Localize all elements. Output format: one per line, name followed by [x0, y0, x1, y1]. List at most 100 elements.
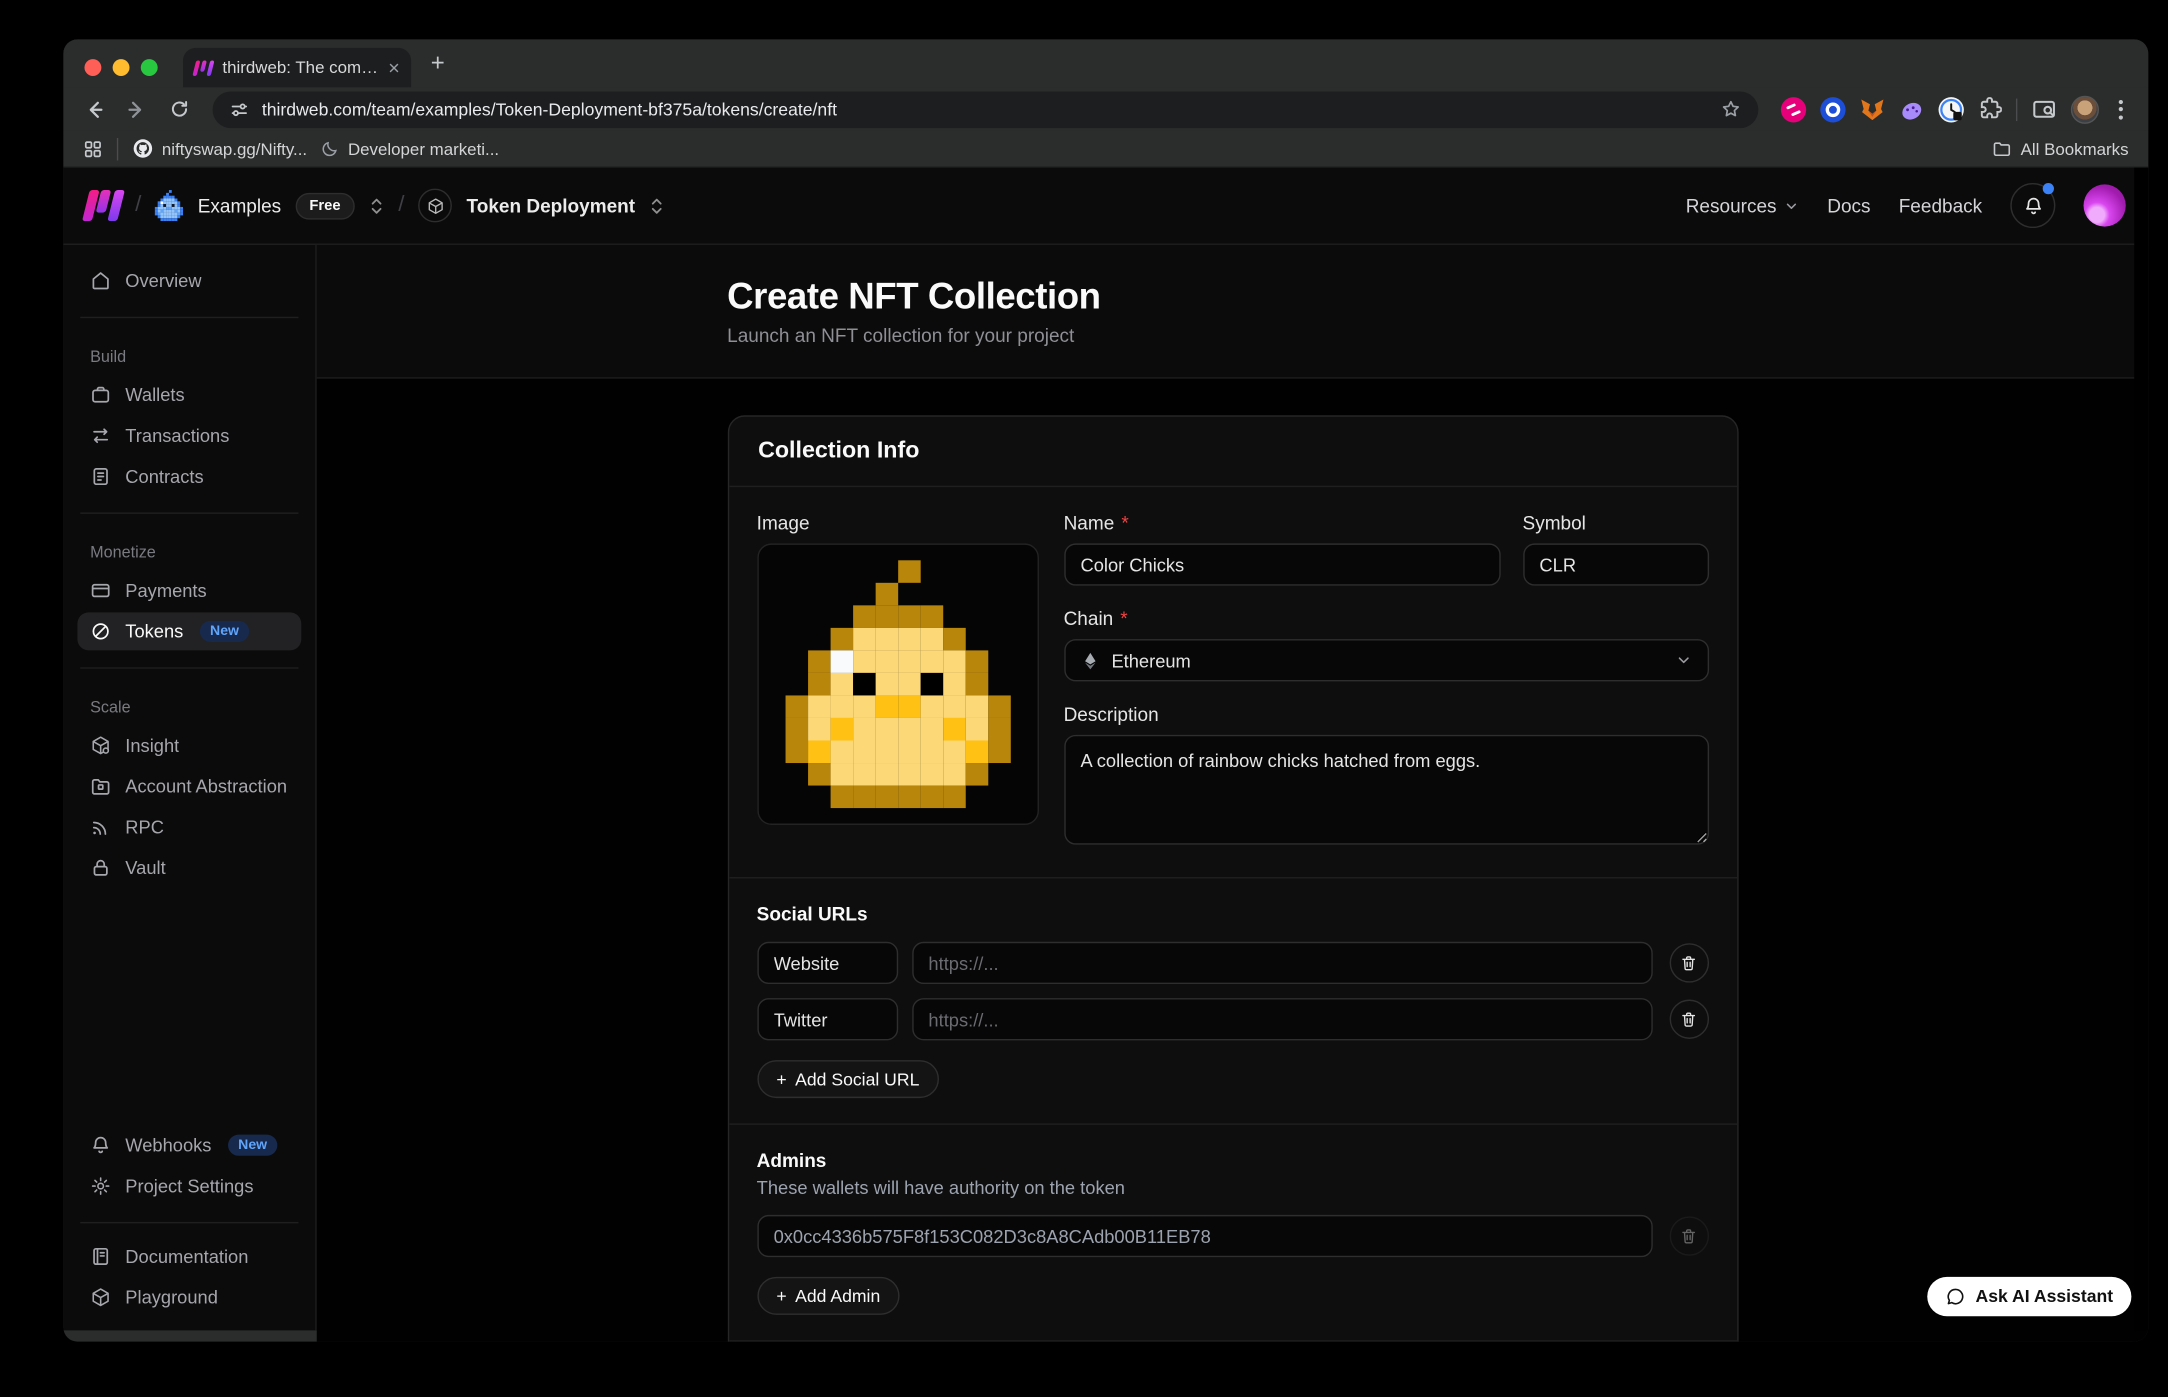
sidebar-item-wallets[interactable]: Wallets — [77, 376, 301, 414]
window-zoom-button[interactable] — [141, 59, 158, 76]
webhooks-bell-icon — [90, 1135, 111, 1156]
social-url-input[interactable] — [912, 998, 1652, 1040]
chain-value: Ethereum — [1111, 650, 1190, 671]
window-minimize-button[interactable] — [113, 59, 130, 76]
thirdweb-logo[interactable] — [86, 190, 121, 221]
delete-social-url-button[interactable] — [1669, 943, 1708, 982]
back-button[interactable] — [77, 98, 111, 121]
bookmark-item[interactable]: Developer marketi... — [321, 139, 499, 159]
add-admin-button[interactable]: + Add Admin — [757, 1277, 900, 1315]
site-info-icon[interactable] — [229, 99, 249, 119]
new-tab-button[interactable]: + — [431, 49, 445, 77]
bookmark-label: niftyswap.gg/Nifty... — [162, 139, 307, 159]
url-text[interactable]: thirdweb.com/team/examples/Token-Deploym… — [262, 99, 1708, 119]
sidebar-item-transactions[interactable]: Transactions — [77, 417, 301, 455]
project-switcher-icon[interactable] — [649, 195, 664, 216]
social-url-row — [757, 998, 1709, 1040]
tab-close-icon[interactable]: × — [388, 58, 400, 78]
chat-bubble-icon — [1946, 1287, 1966, 1307]
sidebar-item-rpc[interactable]: RPC — [77, 808, 301, 846]
extensions-puzzle-icon[interactable] — [1978, 97, 2002, 121]
chevron-down-icon — [1675, 652, 1692, 669]
team-name[interactable]: Examples — [198, 195, 281, 216]
sidebar-item-account-abstraction[interactable]: Account Abstraction — [77, 767, 301, 805]
notifications-button[interactable] — [2010, 183, 2055, 228]
chrome-profile-avatar[interactable] — [2071, 95, 2099, 123]
admin-wallet-input[interactable] — [757, 1215, 1652, 1257]
all-bookmarks-label: All Bookmarks — [2021, 139, 2129, 159]
sidebar-item-project-settings[interactable]: Project Settings — [77, 1167, 301, 1205]
browser-tab[interactable]: thirdweb: The complete web3 × — [183, 48, 411, 87]
bookmark-star-icon[interactable] — [1720, 99, 1741, 120]
card-title: Collection Info — [729, 417, 1737, 487]
sidebar-item-insight[interactable]: Insight — [77, 726, 301, 764]
documentation-book-icon — [90, 1246, 111, 1267]
browser-tab-strip: thirdweb: The complete web3 × + — [63, 39, 2148, 87]
chain-select[interactable]: Ethereum — [1064, 639, 1709, 681]
description-textarea[interactable]: A collection of rainbow chicks hatched f… — [1064, 735, 1709, 845]
sidebar-section-monetize: Monetize — [77, 545, 301, 562]
sidebar-item-vault[interactable]: Vault — [77, 849, 301, 887]
all-bookmarks-button[interactable]: All Bookmarks — [1992, 139, 2128, 159]
extension-icon-clock[interactable] — [1939, 96, 1964, 121]
sidebar-section-build: Build — [77, 349, 301, 366]
sidebar-item-overview[interactable]: Overview — [77, 262, 301, 300]
social-url-input[interactable] — [912, 942, 1652, 984]
window-controls — [63, 59, 183, 87]
sidebar-item-contracts[interactable]: Contracts — [77, 458, 301, 496]
sidebar-section-scale: Scale — [77, 700, 301, 717]
sidebar-item-payments[interactable]: Payments — [77, 572, 301, 610]
plan-badge: Free — [295, 192, 354, 219]
chrome-menu-icon[interactable] — [2113, 99, 2128, 119]
extension-icon-metamask[interactable] — [1860, 96, 1885, 121]
delete-social-url-button[interactable] — [1669, 1000, 1708, 1039]
page-subtitle: Launch an NFT collection for your projec… — [727, 325, 1738, 346]
address-bar[interactable]: thirdweb.com/team/examples/Token-Deploym… — [213, 91, 1759, 128]
extensions-cluster — [1775, 95, 2134, 123]
project-name[interactable]: Token Deployment — [467, 195, 636, 216]
playground-cube-icon — [90, 1287, 111, 1308]
contracts-icon — [90, 466, 111, 487]
screen-search-icon[interactable] — [2031, 96, 2056, 121]
gear-icon — [90, 1176, 111, 1197]
nav-docs[interactable]: Docs — [1827, 195, 1870, 216]
bookmark-item[interactable]: niftyswap.gg/Nifty... — [132, 138, 307, 159]
symbol-label: Symbol — [1523, 512, 1586, 533]
reload-button[interactable] — [162, 99, 196, 120]
breadcrumb-separator: / — [135, 193, 141, 218]
sidebar-item-playground[interactable]: Playground — [77, 1278, 301, 1316]
new-badge: New — [200, 621, 249, 642]
forward-button[interactable] — [120, 98, 154, 121]
name-input[interactable] — [1064, 543, 1500, 585]
window-close-button[interactable] — [84, 59, 101, 76]
add-social-url-button[interactable]: + Add Social URL — [757, 1060, 939, 1098]
browser-toolbar: thirdweb.com/team/examples/Token-Deploym… — [63, 87, 2148, 131]
extension-icon-pink[interactable] — [1781, 96, 1806, 121]
social-platform-input[interactable] — [757, 998, 898, 1040]
vault-lock-icon — [90, 857, 111, 878]
collection-image-upload[interactable] — [757, 543, 1039, 825]
account-avatar[interactable] — [2084, 184, 2126, 226]
extension-icon-blue[interactable] — [1820, 96, 1845, 121]
home-icon — [90, 270, 111, 291]
rpc-icon — [90, 817, 111, 838]
sidebar-item-tokens[interactable]: Tokens New — [77, 612, 301, 650]
ask-ai-assistant-button[interactable]: Ask AI Assistant — [1928, 1277, 2132, 1316]
plus-icon: + — [776, 1069, 786, 1089]
extension-icon-purple-creature[interactable] — [1899, 96, 1924, 121]
apps-grid-icon[interactable] — [83, 139, 103, 159]
site-header: / Examples Free / Token Deployment — [63, 168, 2148, 245]
team-switcher-icon[interactable] — [369, 195, 384, 216]
sidebar-item-documentation[interactable]: Documentation — [77, 1237, 301, 1275]
sidebar-divider — [80, 667, 298, 668]
image-upload-group: Image — [757, 512, 1039, 851]
nav-resources[interactable]: Resources — [1686, 195, 1799, 216]
symbol-input[interactable] — [1523, 543, 1709, 585]
delete-admin-button[interactable] — [1669, 1216, 1708, 1255]
scrollbar-gutter[interactable] — [2134, 168, 2148, 1331]
bell-icon — [2022, 195, 2043, 216]
sidebar-item-webhooks[interactable]: Webhooks New — [77, 1126, 301, 1164]
social-platform-input[interactable] — [757, 942, 898, 984]
payments-icon — [90, 580, 111, 601]
nav-feedback[interactable]: Feedback — [1899, 195, 1982, 216]
